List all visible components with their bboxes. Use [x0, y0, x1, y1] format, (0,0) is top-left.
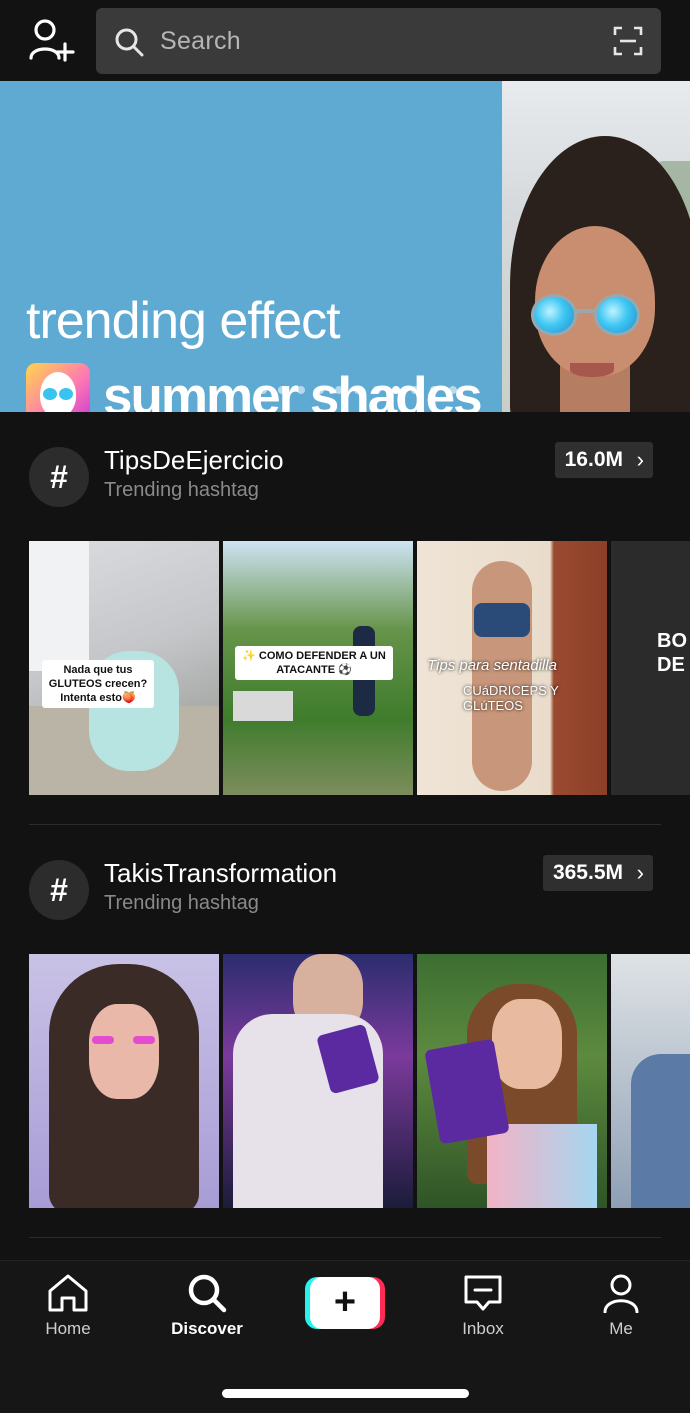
pagination-dot[interactable] — [354, 386, 362, 394]
section-divider — [29, 824, 661, 825]
search-icon — [115, 28, 144, 57]
inbox-icon — [464, 1275, 502, 1311]
scan-icon[interactable] — [613, 26, 643, 56]
video-thumbnail[interactable]: ✨ COMO DEFENDER A UN ATACANTE ⚽ — [223, 541, 413, 795]
add-friend-icon[interactable] — [28, 18, 76, 64]
thumb-makeup — [92, 1036, 114, 1044]
video-caption: BO DE — [657, 630, 687, 676]
video-thumbnail[interactable]: Nada que tus GLUTEOS crecen? Intenta est… — [29, 541, 219, 795]
nav-home[interactable]: Home — [18, 1273, 118, 1339]
pagination-dot[interactable] — [316, 386, 324, 394]
nav-discover-label: Discover — [171, 1319, 243, 1338]
pagination-dot[interactable] — [449, 386, 457, 394]
hashtag-subtitle: Trending hashtag — [104, 892, 259, 914]
top-bar: Search — [0, 0, 690, 81]
video-thumbnail[interactable] — [417, 954, 607, 1208]
discover-search-icon — [188, 1274, 227, 1313]
sunglasses-left-lens — [531, 294, 577, 336]
banner-subtitle: trending effect — [26, 292, 341, 350]
thumb-bench — [233, 691, 293, 721]
pagination-dot[interactable] — [411, 386, 419, 394]
nav-discover[interactable]: Discover — [157, 1273, 257, 1339]
hashtag-title[interactable]: TipsDeEjercicio — [104, 445, 284, 476]
sunglasses-right-lens — [594, 294, 640, 336]
search-bar[interactable]: Search — [96, 8, 661, 74]
chevron-right-icon: › — [636, 447, 644, 472]
hashtag-subtitle: Trending hashtag — [104, 479, 259, 501]
video-caption: Tips para sentadilla — [427, 657, 557, 674]
nav-me-label: Me — [609, 1319, 633, 1338]
video-thumbnail-row: Nada que tus GLUTEOS crecen? Intenta est… — [29, 541, 690, 795]
home-indicator — [222, 1389, 469, 1398]
hashtag-view-count-button[interactable]: 16.0M › — [554, 442, 653, 478]
pagination-dot[interactable] — [259, 386, 267, 394]
thumb-face — [492, 999, 562, 1089]
section-divider — [29, 1237, 661, 1238]
pagination-dot[interactable] — [278, 386, 286, 394]
banner-pagination-dots — [240, 386, 457, 394]
home-icon — [48, 1274, 88, 1312]
thumb-top — [474, 603, 530, 637]
video-thumbnail[interactable]: BO DE — [611, 541, 690, 795]
profile-icon — [603, 1274, 639, 1313]
summer-shades-effect-icon — [26, 363, 90, 412]
hashtag-icon: # — [29, 860, 89, 920]
pagination-dot[interactable] — [373, 386, 381, 394]
create-video-button[interactable]: + — [305, 1277, 385, 1329]
thumb-face — [89, 1004, 159, 1099]
video-caption: Nada que tus GLUTEOS crecen? Intenta est… — [42, 660, 154, 708]
banner-model-lips — [570, 363, 614, 377]
trending-effect-banner[interactable]: trending effect summer shades — [0, 81, 690, 412]
view-count: 365.5M — [552, 861, 623, 884]
video-caption-secondary: CUáDRICEPS Y GLúTEOS — [463, 683, 559, 713]
hashtag-icon: # — [29, 447, 89, 507]
video-thumbnail[interactable] — [29, 954, 219, 1208]
nav-inbox[interactable]: Inbox — [433, 1273, 533, 1339]
video-caption: ✨ COMO DEFENDER A UN ATACANTE ⚽ — [235, 646, 393, 680]
nav-me[interactable]: Me — [571, 1273, 671, 1339]
thumb-top — [487, 1124, 597, 1208]
nav-home-label: Home — [45, 1319, 91, 1338]
chevron-right-icon: › — [636, 860, 644, 885]
thumb-person — [472, 561, 532, 791]
video-thumbnail[interactable] — [223, 954, 413, 1208]
pagination-dot[interactable] — [240, 386, 248, 394]
plus-icon: + — [310, 1277, 380, 1329]
search-placeholder[interactable]: Search — [160, 27, 241, 56]
thumb-person — [631, 1054, 690, 1208]
pagination-dot[interactable] — [392, 386, 400, 394]
hashtag-view-count-button[interactable]: 365.5M › — [542, 855, 653, 891]
hashtag-title[interactable]: TakisTransformation — [104, 858, 337, 889]
view-count: 16.0M — [564, 448, 623, 471]
nav-inbox-label: Inbox — [462, 1319, 504, 1338]
pagination-dot[interactable] — [430, 386, 438, 394]
pagination-dot[interactable] — [335, 386, 343, 394]
video-thumbnail[interactable] — [611, 954, 690, 1208]
video-thumbnail-row — [29, 954, 690, 1208]
sunglasses-bridge — [575, 309, 597, 313]
video-thumbnail[interactable]: Tips para sentadilla CUáDRICEPS Y GLúTEO… — [417, 541, 607, 795]
thumb-wall — [29, 541, 89, 671]
thumb-makeup — [133, 1036, 155, 1044]
pagination-dot[interactable] — [297, 386, 305, 394]
